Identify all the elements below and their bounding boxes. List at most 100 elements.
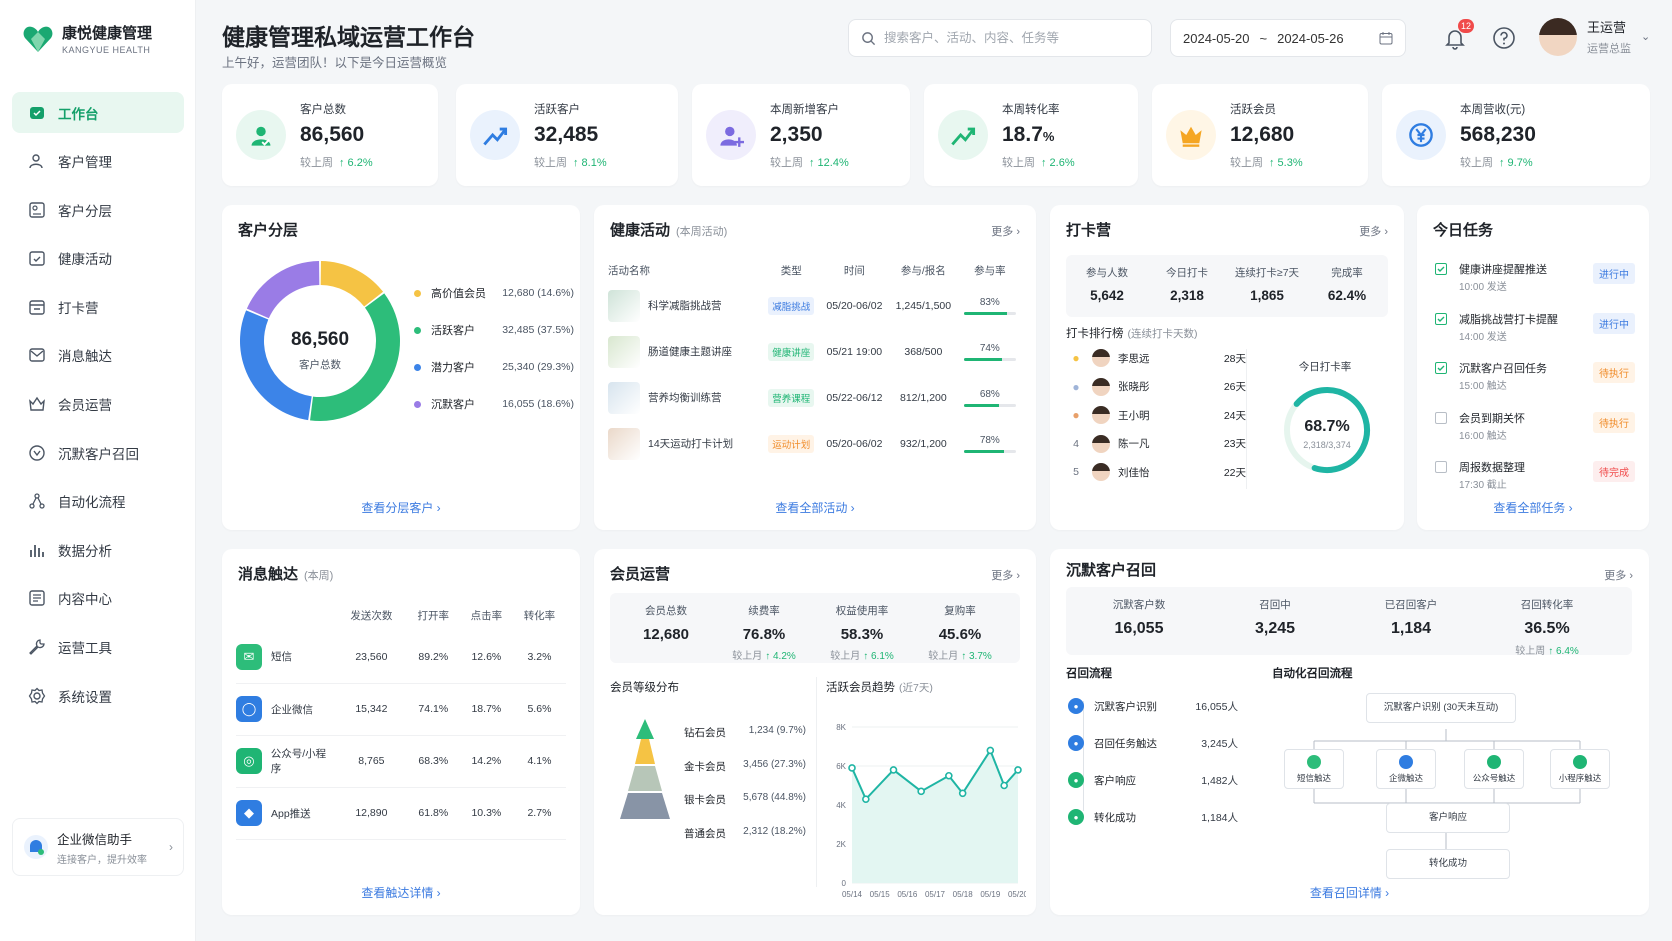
user-name: 王运营 (1587, 20, 1627, 35)
trend-point[interactable] (1014, 766, 1022, 774)
flow-success-node[interactable]: 转化成功 (1386, 849, 1510, 879)
segment-legend-item[interactable]: 潜力客户 25,340 (29.3%) (414, 359, 574, 375)
message-channel-row[interactable]: ✉ 短信 23,560 89.2% 12.6% 3.2% (236, 631, 566, 684)
view-recall-link[interactable]: 查看召回详情 › (1050, 884, 1649, 901)
kpi-card-5[interactable]: 活跃会员 12,680 较上周 ↑ 5.3% (1152, 84, 1368, 186)
recall-step[interactable]: ● 客户响应 1,482人 (1068, 771, 1238, 789)
search-input[interactable] (884, 31, 1134, 45)
sidebar-item-4[interactable]: 健康活动 (12, 238, 184, 279)
wecom-assistant-card[interactable]: 企业微信助手 连接客户，提升效率 › (12, 818, 184, 876)
segment-legend-item[interactable]: 高价值会员 12,680 (14.6%) (414, 285, 574, 301)
trend-point[interactable] (958, 789, 967, 798)
rank-row[interactable]: ● 张晓彤 26天 (1068, 377, 1246, 397)
trend-point[interactable] (917, 787, 925, 796)
task-item[interactable]: 会员到期关怀 16:00 触达 待执行 (1435, 410, 1635, 446)
sidebar-item-9[interactable]: 自动化流程 (12, 481, 184, 522)
sidebar-item-11[interactable]: 内容中心 (12, 578, 184, 619)
app-name: 康悦健康管理 (62, 25, 153, 42)
rank-row[interactable]: 5 刘佳怡 22天 (1068, 462, 1246, 482)
sidebar-item-label: 沉默客户召回 (58, 446, 139, 462)
kpi-card-2[interactable]: 活跃客户 32,485 较上周 ↑ 8.1% (456, 84, 678, 186)
recall-step[interactable]: ● 召回任务触达 3,245人 (1068, 734, 1238, 752)
messages-col-header: 发送次数 (350, 609, 393, 622)
sidebar-item-1[interactable]: 工作台 (12, 92, 184, 133)
activity-thumbnail (608, 428, 640, 460)
activity-row[interactable]: 14天运动打卡计划 运动计划 05/20-06/02 932/1,200 78% (608, 421, 1022, 467)
task-checkbox[interactable] (1435, 461, 1447, 473)
message-channel-row[interactable]: ◯ 企业微信 15,342 74.1% 18.7% 5.6% (236, 683, 566, 736)
rank-days: 24天 (1223, 409, 1246, 422)
flow-channel-node[interactable]: 公众号触达 (1464, 749, 1524, 789)
task-checkbox[interactable] (1435, 312, 1447, 325)
sidebar-item-7[interactable]: 会员运营 (12, 384, 184, 425)
trend-point[interactable] (986, 746, 995, 755)
pyramid-level-2[interactable] (635, 739, 655, 764)
sidebar-item-8[interactable]: 沉默客户召回 (12, 432, 184, 473)
task-item[interactable]: 沉默客户召回任务 15:00 触达 待执行 (1435, 360, 1635, 396)
rank-row[interactable]: ● 李思远 28天 (1068, 348, 1246, 368)
member-level-item[interactable]: 银卡会员 5,678 (44.8%) (684, 792, 806, 807)
activity-row[interactable]: 科学减脂挑战营 减脂挑战 05/20-06/02 1,245/1,500 83% (608, 283, 1022, 329)
search-box[interactable] (848, 19, 1152, 57)
trend-point[interactable] (862, 795, 870, 803)
medal-icon: ● (1072, 379, 1080, 394)
view-messages-link[interactable]: 查看触达详情 › (222, 884, 580, 901)
kpi-card-4[interactable]: 本周转化率 18.7% 较上周 ↑ 2.6% (924, 84, 1138, 186)
trend-point[interactable] (848, 764, 856, 772)
donut-slice-4[interactable] (246, 261, 320, 319)
flow-response-node[interactable]: 客户响应 (1386, 803, 1510, 833)
activity-row[interactable]: 营养均衡训练营 营养课程 05/22-06/12 812/1,200 68% (608, 375, 1022, 421)
recall-step[interactable]: ● 转化成功 1,184人 (1068, 808, 1238, 826)
sidebar-item-2[interactable]: 客户管理 (12, 141, 184, 182)
flow-channel-node[interactable]: 短信触达 (1284, 749, 1344, 789)
task-checkbox[interactable] (1435, 362, 1447, 374)
message-channel-row[interactable]: ◆ App推送 12,890 61.8% 10.3% 2.7% (236, 787, 566, 840)
flow-channel-node[interactable]: 小程序触达 (1550, 749, 1610, 789)
sidebar-item-6[interactable]: 消息触达 (12, 335, 184, 376)
member-level-item[interactable]: 金卡会员 3,456 (27.3%) (684, 759, 806, 774)
view-segments-link[interactable]: 查看分层客户 › (222, 499, 580, 516)
recall-step[interactable]: ● 沉默客户识别 16,055人 (1068, 697, 1238, 715)
view-activities-link[interactable]: 查看全部活动 › (594, 499, 1036, 516)
task-item[interactable]: 减脂挑战营打卡提醒 14:00 发送 进行中 (1435, 311, 1635, 347)
kpi-card-3[interactable]: 本周新增客户 2,350 较上周 ↑ 12.4% (692, 84, 910, 186)
pyramid-level-3[interactable] (628, 766, 662, 791)
pyramid-level-1[interactable] (636, 719, 654, 739)
date-range-picker[interactable]: 2024-05-20 ~ 2024-05-26 (1170, 19, 1406, 57)
logo[interactable]: 康悦健康管理 KANGYUE HEALTH (22, 22, 152, 55)
task-item[interactable]: 健康讲座提醒推送 10:00 发送 进行中 (1435, 261, 1635, 297)
user-menu[interactable]: 王运营 运营总监 ⌄ (1539, 17, 1650, 56)
rank-row[interactable]: 4 陈一凡 23天 (1068, 434, 1246, 454)
view-tasks-link[interactable]: 查看全部任务 › (1417, 499, 1649, 516)
flow-root-node[interactable]: 沉默客户识别 (30天未互动) (1366, 693, 1516, 723)
flow-channel-node[interactable]: 企微触达 (1376, 749, 1436, 789)
sidebar-item-13[interactable]: 系统设置 (12, 675, 184, 716)
trend-point[interactable] (945, 771, 953, 780)
member-level-item[interactable]: 普通会员 2,312 (18.2%) (684, 826, 806, 841)
sidebar-item-12[interactable]: 运营工具 (12, 627, 184, 668)
kpi-card-6[interactable]: 本周营收(元) 568,230 较上周 ↑ 9.7% (1382, 84, 1650, 186)
member-more-link[interactable]: 更多 › (991, 567, 1020, 583)
message-channel-row[interactable]: ◎ 公众号/小程序 8,765 68.3% 14.2% 4.1% (236, 735, 566, 788)
donut-slice-1[interactable] (320, 261, 384, 307)
task-checkbox[interactable] (1435, 411, 1447, 424)
help-icon[interactable] (1492, 26, 1516, 50)
segment-legend-item[interactable]: 沉默客户 16,055 (18.6%) (414, 396, 574, 412)
sidebar-item-10[interactable]: 数据分析 (12, 529, 184, 570)
activity-type-tag: 减脂挑战 (768, 297, 815, 315)
rank-row[interactable]: ● 王小明 24天 (1068, 405, 1246, 425)
activity-row[interactable]: 肠道健康主题讲座 健康讲座 05/21 19:00 368/500 74% (608, 329, 1022, 375)
segment-legend-item[interactable]: 活跃客户 32,485 (37.5%) (414, 322, 574, 338)
activities-more-link[interactable]: 更多 › (991, 223, 1020, 239)
sidebar-item-3[interactable]: 客户分层 (12, 189, 184, 230)
trend-point[interactable] (889, 766, 898, 774)
recall-more-link[interactable]: 更多 › (1604, 567, 1633, 583)
camp-more-link[interactable]: 更多 › (1359, 223, 1388, 239)
kpi-card-1[interactable]: 客户总数 86,560 较上周 ↑ 6.2% (222, 84, 438, 186)
task-checkbox[interactable] (1435, 263, 1447, 275)
trend-point[interactable] (1000, 781, 1008, 790)
sidebar-item-5[interactable]: 打卡营 (12, 286, 184, 327)
task-item[interactable]: 周报数据整理 17:30 截止 待完成 (1435, 459, 1635, 495)
member-level-item[interactable]: 钻石会员 1,234 (9.7%) (684, 725, 806, 740)
pyramid-level-4[interactable] (620, 793, 670, 819)
